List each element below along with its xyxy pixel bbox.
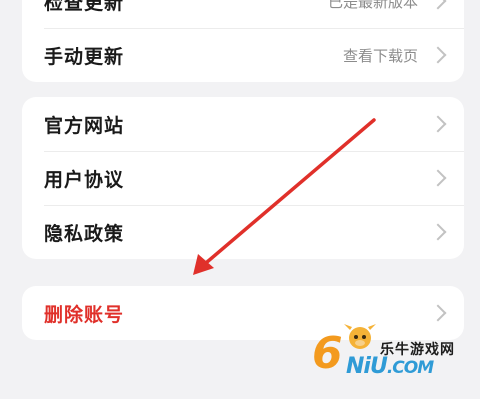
watermark-logo-text: NiU.COM [346,354,434,379]
arrow-shaft [198,118,376,270]
watermark-logo-digit: 6 [312,328,343,379]
watermark-logo-suffix: .COM [386,358,434,378]
watermark-logo-word: NiU [346,354,388,379]
